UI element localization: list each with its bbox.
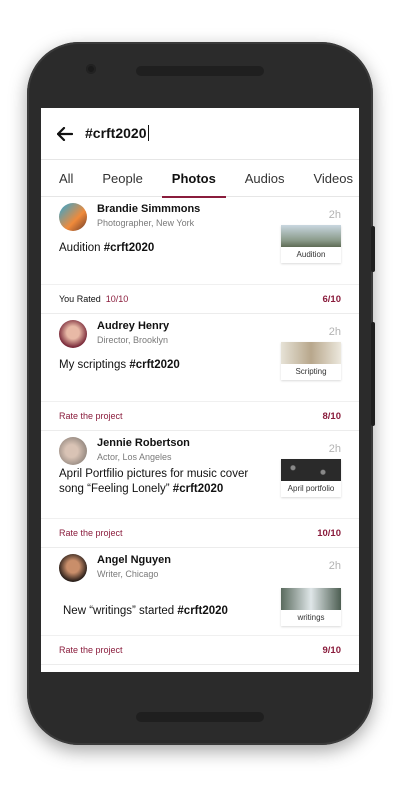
tab-videos[interactable]: Videos bbox=[313, 165, 353, 192]
avatar[interactable] bbox=[59, 554, 87, 582]
volume-button bbox=[371, 226, 375, 272]
author-name[interactable]: Brandie Simmmons bbox=[97, 203, 200, 215]
text-cursor bbox=[147, 125, 149, 142]
author-name[interactable]: Angel Nguyen bbox=[97, 554, 171, 566]
rating-row: Rate the project 9/10 bbox=[41, 635, 359, 664]
post-thumbnail[interactable]: Audition bbox=[281, 225, 341, 263]
rating-row: Rate the project 10/10 bbox=[41, 518, 359, 547]
post-time: 2h bbox=[328, 443, 341, 455]
post-card[interactable]: Jennie Robertson Actor, Los Angeles 2h A… bbox=[41, 431, 359, 548]
post-text-line1: April Portfilio pictures for music cover bbox=[59, 468, 249, 480]
hashtag[interactable]: #crft2020 bbox=[173, 483, 224, 495]
hashtag[interactable]: #crft2020 bbox=[104, 242, 155, 254]
search-query: #crft2020 bbox=[85, 124, 147, 141]
front-camera bbox=[86, 64, 96, 74]
thumbnail-image bbox=[281, 342, 341, 364]
hashtag[interactable]: #crft2020 bbox=[129, 359, 180, 371]
back-arrow-icon[interactable] bbox=[45, 126, 85, 141]
post-card[interactable]: Audrey Henry Director, Brooklyn 2h My sc… bbox=[41, 314, 359, 431]
post-score: 9/10 bbox=[322, 644, 342, 656]
post-thumbnail[interactable]: April portfolio bbox=[281, 459, 341, 497]
post-time: 2h bbox=[328, 560, 341, 572]
post-score: 10/10 bbox=[317, 527, 341, 539]
avatar[interactable] bbox=[59, 203, 87, 231]
app-screen: #crft2020 All People Photos Audios Video… bbox=[41, 108, 359, 672]
bottom-speaker bbox=[136, 712, 264, 722]
post-score: 8/10 bbox=[322, 410, 342, 422]
post-thumbnail[interactable]: Scripting bbox=[281, 342, 341, 380]
tab-photos[interactable]: Photos bbox=[161, 165, 226, 198]
rate-project-link[interactable]: Rate the project bbox=[59, 528, 123, 538]
rate-project-link[interactable]: Rate the project bbox=[59, 411, 123, 421]
filter-tabs: All People Photos Audios Videos bbox=[41, 160, 359, 198]
thumbnail-image bbox=[281, 225, 341, 247]
post-card[interactable]: Brandie Simmmons Photographer, New York … bbox=[41, 197, 359, 314]
avatar[interactable] bbox=[59, 437, 87, 465]
post-text-body: My scriptings bbox=[59, 359, 127, 371]
thumbnail-image bbox=[281, 588, 341, 610]
avatar[interactable] bbox=[59, 320, 87, 348]
you-rated-value: 10/10 bbox=[105, 294, 129, 304]
post-time: 2h bbox=[328, 326, 341, 338]
rate-project-link[interactable]: Rate the project bbox=[59, 645, 123, 655]
post-text: New “writings” started #crft2020 bbox=[63, 604, 228, 619]
author-name[interactable]: Audrey Henry bbox=[97, 320, 169, 332]
thumbnail-caption: Audition bbox=[296, 250, 326, 259]
tab-people[interactable]: People bbox=[102, 165, 142, 192]
post-text: April Portfilio pictures for music cover… bbox=[59, 467, 248, 497]
thumbnail-image bbox=[281, 459, 341, 481]
power-button bbox=[371, 322, 375, 426]
thumbnail-caption: Scripting bbox=[295, 367, 327, 376]
post-text: Audition #crft2020 bbox=[59, 241, 154, 256]
author-name[interactable]: Jennie Robertson bbox=[97, 437, 190, 449]
author-subtitle: Actor, Los Angeles bbox=[97, 452, 172, 462]
search-input[interactable]: #crft2020 bbox=[85, 125, 149, 143]
post-thumbnail[interactable]: writings bbox=[281, 588, 341, 626]
post-card[interactable]: Angel Nguyen Writer, Chicago 2h New “wri… bbox=[41, 548, 359, 665]
post-text-body: Audition bbox=[59, 242, 101, 254]
author-subtitle: Photographer, New York bbox=[97, 218, 195, 228]
tab-audios[interactable]: Audios bbox=[245, 165, 285, 192]
tab-all[interactable]: All bbox=[59, 165, 73, 192]
earpiece-speaker bbox=[136, 66, 264, 76]
post-text-body: New “writings” started bbox=[63, 605, 175, 617]
author-subtitle: Writer, Chicago bbox=[97, 569, 159, 579]
post-score: 6/10 bbox=[322, 293, 342, 305]
author-subtitle: Director, Brooklyn bbox=[97, 335, 169, 345]
thumbnail-caption: April portfolio bbox=[287, 484, 335, 493]
rating-row: Rate the project 8/10 bbox=[41, 401, 359, 430]
post-text-line2: song “Feeling Lonely” bbox=[59, 483, 170, 495]
thumbnail-caption: writings bbox=[297, 613, 325, 622]
post-text: My scriptings #crft2020 bbox=[59, 358, 180, 373]
hashtag[interactable]: #crft2020 bbox=[177, 605, 228, 617]
rating-label: You Rated 10/10 bbox=[59, 294, 128, 304]
rating-row: You Rated 10/10 6/10 bbox=[41, 284, 359, 313]
you-rated-label: You Rated bbox=[59, 294, 101, 304]
post-time: 2h bbox=[328, 209, 341, 221]
search-bar: #crft2020 bbox=[41, 108, 359, 160]
